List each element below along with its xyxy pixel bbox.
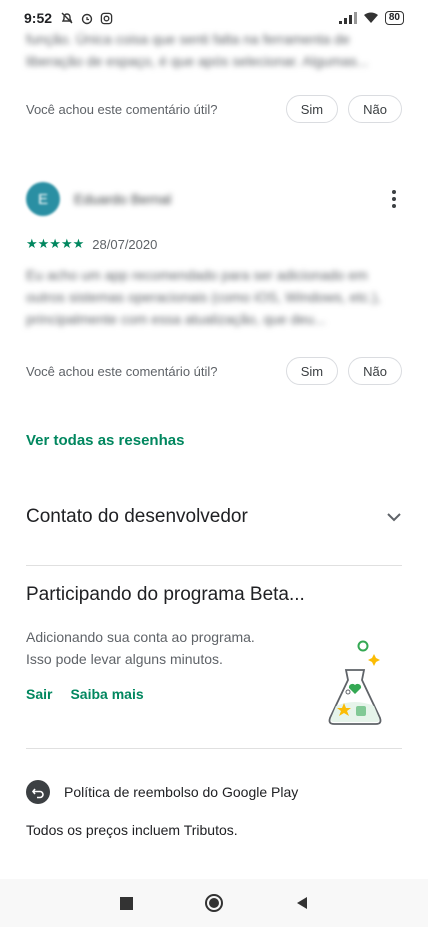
divider (26, 565, 402, 566)
back-icon[interactable] (295, 896, 309, 910)
helpful-no-button[interactable]: Não (348, 357, 402, 385)
home-icon[interactable] (204, 894, 223, 912)
helpful-yes-button[interactable]: Sim (285, 95, 339, 123)
system-nav-bar (0, 879, 428, 927)
helpful-no-button[interactable]: Não (348, 95, 402, 123)
clock: 9:52 (24, 10, 53, 26)
review-partial: função. Única coisa que senti falta na f… (26, 28, 402, 72)
chevron-down-icon (387, 513, 401, 522)
leave-beta-link[interactable]: Sair (26, 686, 52, 702)
notifications-off-icon (61, 12, 73, 24)
battery-icon: 80 (384, 11, 404, 25)
instagram-icon (100, 12, 113, 24)
helpful-question: Você achou este comentário útil? (26, 363, 218, 379)
developer-contact-row[interactable]: Contato do desenvolvedor (26, 506, 402, 528)
avatar: E (26, 182, 60, 216)
refund-policy-label: Política de reembolso do Google Play (64, 784, 299, 800)
helpful-yes-button[interactable]: Sim (285, 357, 339, 385)
more-options-icon[interactable] (386, 190, 402, 208)
review-text: função. Única coisa que senti falta na f… (26, 31, 369, 69)
star-rating: ★★★★★ (26, 236, 85, 251)
refund-policy-row[interactable]: Política de reembolso do Google Play (26, 780, 402, 804)
see-all-reviews-link[interactable]: Ver todas as resenhas (26, 432, 184, 449)
prices-note: Todos os preços incluem Tributos. (26, 822, 238, 838)
alarm-icon (81, 13, 93, 25)
review-date: 28/07/2020 (92, 236, 158, 252)
beta-title: Participando do programa Beta... (26, 584, 305, 605)
beta-flask-illustration (328, 640, 382, 725)
developer-contact-title: Contato do desenvolvedor (26, 506, 248, 527)
helpful-question: Você achou este comentário útil? (26, 101, 218, 117)
rating-row: ★★★★★ 28/07/2020 (26, 236, 402, 252)
review-item: E Eduardo Bernal ★★★★★ 28/07/2020 Eu ach… (26, 182, 402, 330)
reviewer-header: E Eduardo Bernal (26, 182, 402, 216)
helpful-row: Você achou este comentário útil? Sim Não (26, 357, 402, 385)
helpful-row: Você achou este comentário útil? Sim Não (26, 95, 402, 123)
review-text: Eu acho um app recomendado para ser adic… (26, 267, 381, 327)
wifi-icon (363, 12, 378, 23)
learn-more-link[interactable]: Saiba mais (70, 686, 143, 702)
refund-icon (26, 780, 50, 804)
recents-icon[interactable] (119, 896, 133, 910)
signal-icon (338, 12, 357, 24)
reviewer-name: Eduardo Bernal (74, 191, 172, 207)
divider (26, 748, 402, 749)
